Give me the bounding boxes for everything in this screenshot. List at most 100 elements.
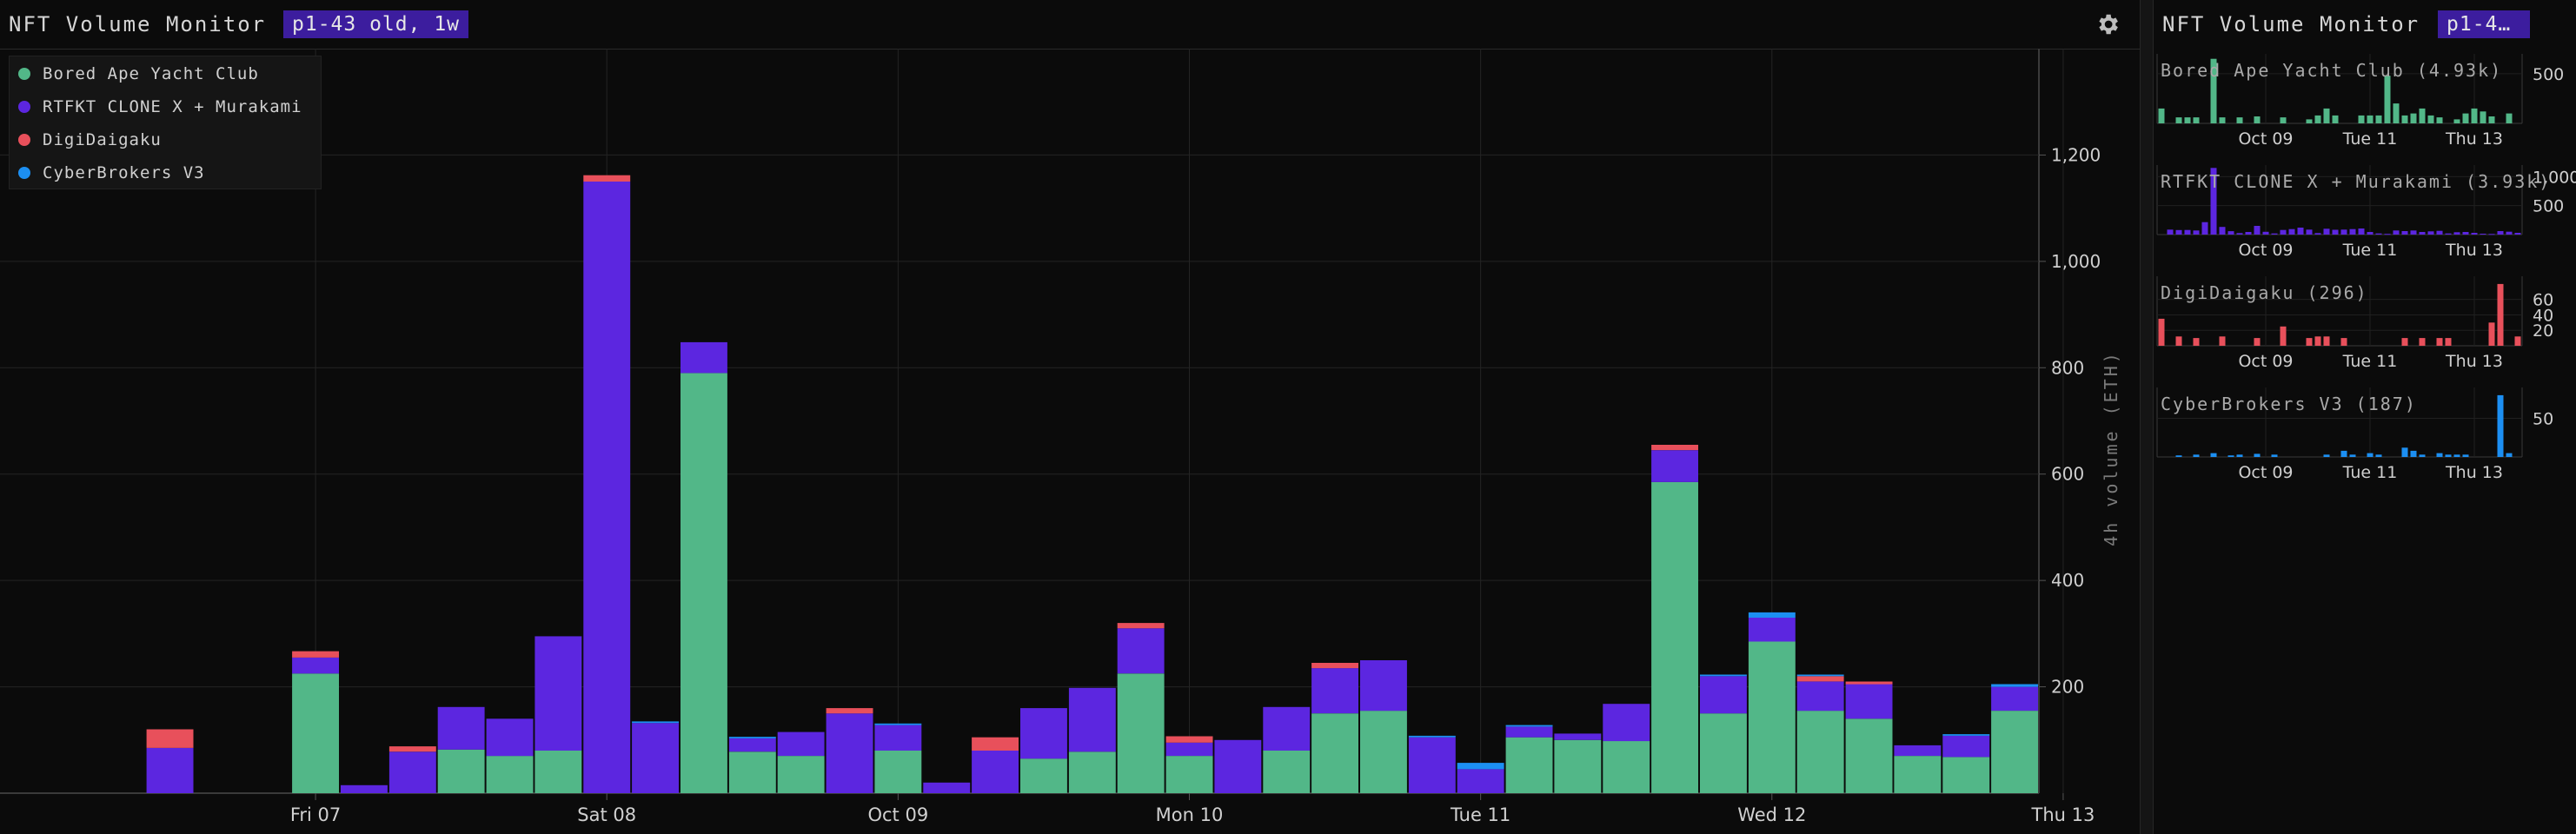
bar-segment-3[interactable]	[1408, 735, 1456, 738]
small-bar[interactable]	[2375, 115, 2382, 123]
bar-segment-3[interactable]	[1505, 725, 1553, 727]
small-bar[interactable]	[2349, 454, 2356, 457]
small-bar[interactable]	[2340, 229, 2347, 235]
small-bar[interactable]	[2306, 338, 2313, 346]
small-bar[interactable]	[2254, 338, 2261, 346]
bar-segment-0[interactable]	[437, 749, 485, 793]
bar-segment-1[interactable]	[1263, 706, 1311, 751]
bar-segment-2[interactable]	[146, 729, 194, 748]
small-bar[interactable]	[2358, 115, 2365, 123]
bar-segment-3[interactable]	[874, 723, 922, 725]
small-bar[interactable]	[2271, 233, 2278, 235]
small-bar[interactable]	[2488, 322, 2495, 346]
small-bar[interactable]	[2323, 454, 2330, 457]
small-bar[interactable]	[2184, 117, 2191, 123]
bar-segment-2[interactable]	[583, 175, 631, 182]
small-bar[interactable]	[2193, 338, 2200, 346]
bar-segment-1[interactable]	[1942, 735, 1990, 758]
bar-segment-0[interactable]	[1748, 641, 1796, 794]
small-bar[interactable]	[2227, 455, 2234, 457]
small-bar[interactable]	[2227, 231, 2234, 235]
small-bar[interactable]	[2323, 228, 2330, 235]
small-bar[interactable]	[2254, 453, 2261, 457]
bar-segment-1[interactable]	[826, 713, 873, 793]
bar-segment-0[interactable]	[1942, 757, 1990, 793]
small-bar[interactable]	[2236, 233, 2243, 235]
small-bar[interactable]	[2271, 454, 2278, 457]
small-bar[interactable]	[2254, 226, 2261, 235]
bar-segment-1[interactable]	[1991, 686, 2038, 712]
legend-item-bayc[interactable]: Bored Ape Yacht Club	[18, 61, 259, 87]
bar-segment-3[interactable]	[1700, 674, 1747, 677]
bar-segment-0[interactable]	[1360, 711, 1407, 793]
small-bar[interactable]	[2427, 231, 2434, 235]
small-bar[interactable]	[2462, 113, 2469, 123]
small-bar[interactable]	[2367, 453, 2374, 457]
panel-splitter[interactable]	[2140, 0, 2154, 834]
bar-segment-0[interactable]	[534, 751, 582, 793]
bar-segment-1[interactable]	[1700, 676, 1747, 714]
small-bar[interactable]	[2219, 117, 2226, 123]
small-bar[interactable]	[2436, 338, 2443, 346]
bar-segment-2[interactable]	[1651, 445, 1698, 451]
bar-segment-1[interactable]	[1796, 681, 1844, 712]
small-bar[interactable]	[2384, 234, 2391, 235]
bar-segment-1[interactable]	[1214, 739, 1262, 793]
bar-segment-2[interactable]	[1845, 681, 1893, 685]
small-bar[interactable]	[2471, 108, 2478, 123]
small-bar[interactable]	[2280, 117, 2287, 123]
small-bar[interactable]	[2480, 111, 2486, 123]
small-bar[interactable]	[2393, 103, 2400, 123]
small-bar[interactable]	[2401, 115, 2408, 123]
gear-icon[interactable]	[2095, 11, 2121, 37]
small-bar[interactable]	[2488, 234, 2495, 235]
small-bar[interactable]	[2488, 116, 2495, 123]
legend-item-clonex[interactable]: RTFKT CLONE X + Murakami	[18, 94, 302, 120]
bar-segment-3[interactable]	[632, 721, 679, 724]
bar-segment-0[interactable]	[1311, 713, 1358, 793]
bar-segment-1[interactable]	[486, 718, 534, 757]
bar-segment-0[interactable]	[1796, 711, 1844, 793]
small-bar[interactable]	[2175, 336, 2182, 346]
bar-segment-0[interactable]	[777, 756, 825, 793]
bar-segment-1[interactable]	[1894, 745, 1942, 757]
bar-segment-0[interactable]	[1700, 713, 1747, 793]
small-bar[interactable]	[2201, 222, 2208, 235]
small-bar[interactable]	[2375, 233, 2382, 235]
small-bar[interactable]	[2453, 454, 2460, 457]
bar-segment-1[interactable]	[728, 738, 776, 752]
small-bar[interactable]	[2219, 336, 2226, 346]
small-bar[interactable]	[2306, 119, 2313, 123]
bar-segment-1[interactable]	[292, 657, 339, 674]
small-bar[interactable]	[2367, 232, 2374, 235]
bar-segment-0[interactable]	[1894, 756, 1942, 793]
small-bar[interactable]	[2184, 229, 2191, 235]
bar-segment-1[interactable]	[1165, 742, 1213, 757]
small-bar[interactable]	[2193, 454, 2200, 457]
small-bar[interactable]	[2245, 232, 2252, 235]
small-bar[interactable]	[2419, 232, 2426, 235]
bar-segment-2[interactable]	[1117, 623, 1165, 629]
small-bar[interactable]	[2410, 113, 2417, 123]
bar-segment-1[interactable]	[1020, 708, 1067, 759]
small-bar[interactable]	[2480, 234, 2486, 235]
bar-segment-1[interactable]	[777, 731, 825, 757]
bar-segment-2[interactable]	[1311, 663, 1358, 669]
bar-segment-1[interactable]	[1603, 704, 1650, 742]
bar-segment-0[interactable]	[486, 756, 534, 793]
small-bar[interactable]	[2314, 336, 2321, 346]
small-bar[interactable]	[2497, 394, 2504, 457]
small-bar[interactable]	[2236, 117, 2243, 123]
bar-segment-0[interactable]	[1991, 711, 2038, 793]
bar-segment-1[interactable]	[146, 748, 194, 793]
small-bar[interactable]	[2506, 231, 2513, 235]
small-bar[interactable]	[2314, 115, 2321, 123]
small-bar[interactable]	[2471, 233, 2478, 235]
bar-segment-3[interactable]	[1748, 612, 1796, 618]
small-bar[interactable]	[2453, 232, 2460, 235]
bar-segment-0[interactable]	[874, 751, 922, 793]
bar-segment-1[interactable]	[341, 784, 388, 793]
small-bar[interactable]	[2419, 108, 2426, 123]
small-bar[interactable]	[2506, 453, 2513, 457]
small-bar[interactable]	[2419, 454, 2426, 457]
